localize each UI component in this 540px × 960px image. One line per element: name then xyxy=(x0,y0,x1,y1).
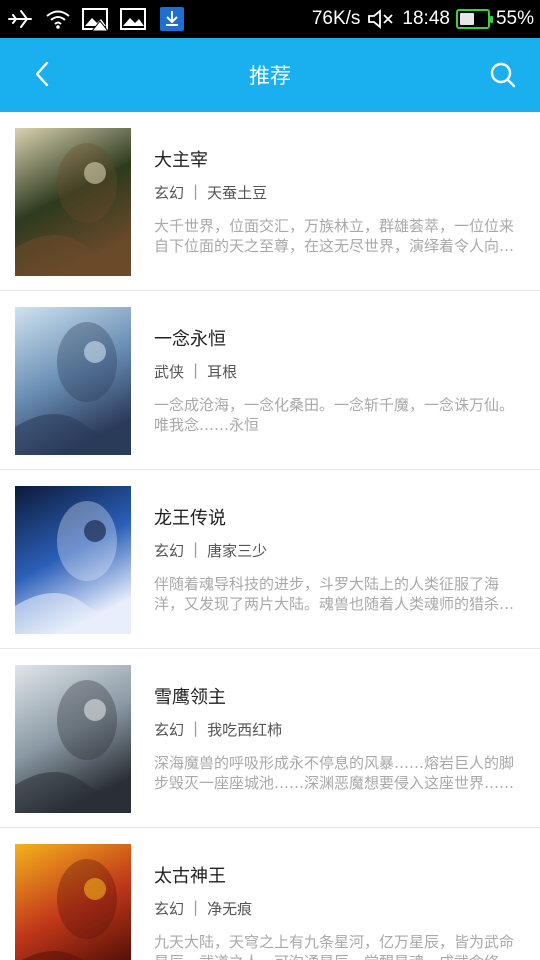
book-meta: 玄幻 | 我吃西红柿 xyxy=(154,719,282,740)
book-cover[interactable] xyxy=(15,128,131,276)
book-author: 我吃西红柿 xyxy=(207,721,283,739)
book-author: 天蚕土豆 xyxy=(207,184,268,202)
meta-separator: | xyxy=(193,898,199,916)
book-title: 一念永恒 xyxy=(154,329,226,350)
book-list: 大主宰 玄幻 | 天蚕土豆 大千世界，位面交汇，万族林立，群雄荟萃，一位位来自下位面… xyxy=(0,112,540,960)
battery-percent: 55% xyxy=(495,8,534,29)
meta-separator: | xyxy=(193,719,199,737)
net-speed: 76K/s xyxy=(311,8,361,29)
meta-separator: | xyxy=(193,540,199,558)
book-title: 大主宰 xyxy=(154,150,208,171)
book-title: 雪鹰领主 xyxy=(154,687,226,708)
battery-level xyxy=(459,13,475,25)
book-genre: 武侠 xyxy=(154,363,185,381)
download-icon xyxy=(158,6,186,32)
status-icons-right: 76K/s 18:48 55% xyxy=(312,6,540,32)
status-bar: 76K/s 18:48 55% xyxy=(0,0,540,38)
meta-separator: | xyxy=(193,182,199,200)
book-author: 净无痕 xyxy=(207,900,253,918)
airplane-mode-icon xyxy=(6,6,34,32)
image-notification-icon xyxy=(82,6,110,32)
meta-separator: | xyxy=(193,361,199,379)
chevron-left-icon xyxy=(33,60,51,92)
book-cover[interactable] xyxy=(15,665,131,813)
search-button[interactable] xyxy=(486,60,520,94)
book-item-dazhuzai[interactable]: 大主宰 玄幻 | 天蚕土豆 大千世界，位面交汇，万族林立，群雄荟萃，一位位来自下位面… xyxy=(0,112,540,291)
book-author: 耳根 xyxy=(207,363,238,381)
book-meta: 玄幻 | 天蚕土豆 xyxy=(154,182,267,203)
book-title: 龙王传说 xyxy=(154,508,226,529)
clock: 18:48 xyxy=(402,8,450,29)
book-description: 伴随着魂导科技的进步，斗罗大陆上的人类征服了海洋，又发现了两片大陆。魂兽也随着人… xyxy=(154,575,515,613)
book-item-xueyinglingzhu[interactable]: 雪鹰领主 玄幻 | 我吃西红柿 深海魔兽的呼吸形成永不停息的风暴……熔岩巨人的脚步毁… xyxy=(0,649,540,828)
back-button[interactable] xyxy=(26,60,58,92)
battery-icon xyxy=(455,9,493,29)
book-item-taigushenwang[interactable]: 太古神王 玄幻 | 净无痕 九天大陆，天穹之上有九条星河，亿万星辰，皆为武命星辰，武… xyxy=(0,828,540,960)
book-genre: 玄幻 xyxy=(154,900,185,918)
book-author: 唐家三少 xyxy=(207,542,268,560)
book-description: 深海魔兽的呼吸形成永不停息的风暴……熔岩巨人的脚步毁灭一座座城池……深渊恶魔想要… xyxy=(154,754,515,792)
book-meta: 玄幻 | 净无痕 xyxy=(154,898,252,919)
book-description: 九天大陆，天穹之上有九条星河，亿万星辰，皆为武命星辰，武道之人，可沟通星辰，觉醒… xyxy=(154,933,515,960)
page-title: 推荐 xyxy=(249,64,291,88)
book-title: 太古神王 xyxy=(154,866,226,887)
book-item-longwangchuanshuo[interactable]: 龙王传说 玄幻 | 唐家三少 伴随着魂导科技的进步，斗罗大陆上的人类征服了海洋，又发… xyxy=(0,470,540,649)
book-cover[interactable] xyxy=(15,307,131,455)
book-genre: 玄幻 xyxy=(154,542,185,560)
book-meta: 玄幻 | 唐家三少 xyxy=(154,540,267,561)
book-item-yinianyongheng[interactable]: 一念永恒 武侠 | 耳根 一念成沧海，一念化桑田。一念斩千魔，一念诛万仙。唯我念……… xyxy=(0,291,540,470)
book-genre: 玄幻 xyxy=(154,721,185,739)
app-header: 推荐 xyxy=(0,38,540,112)
book-cover[interactable] xyxy=(15,844,131,960)
mute-icon xyxy=(366,6,396,32)
book-description: 大千世界，位面交汇，万族林立，群雄荟萃，一位位来自下位面的天之至尊，在这无尽世界… xyxy=(154,217,515,255)
book-description: 一念成沧海，一念化桑田。一念斩千魔，一念诛万仙。唯我念……永恒 xyxy=(154,396,515,434)
wifi-icon xyxy=(44,6,72,32)
image-notification-icon xyxy=(120,6,148,32)
book-meta: 武侠 | 耳根 xyxy=(154,361,237,382)
search-icon xyxy=(489,61,517,93)
status-icons-left xyxy=(0,0,186,38)
book-cover[interactable] xyxy=(15,486,131,634)
book-genre: 玄幻 xyxy=(154,184,185,202)
